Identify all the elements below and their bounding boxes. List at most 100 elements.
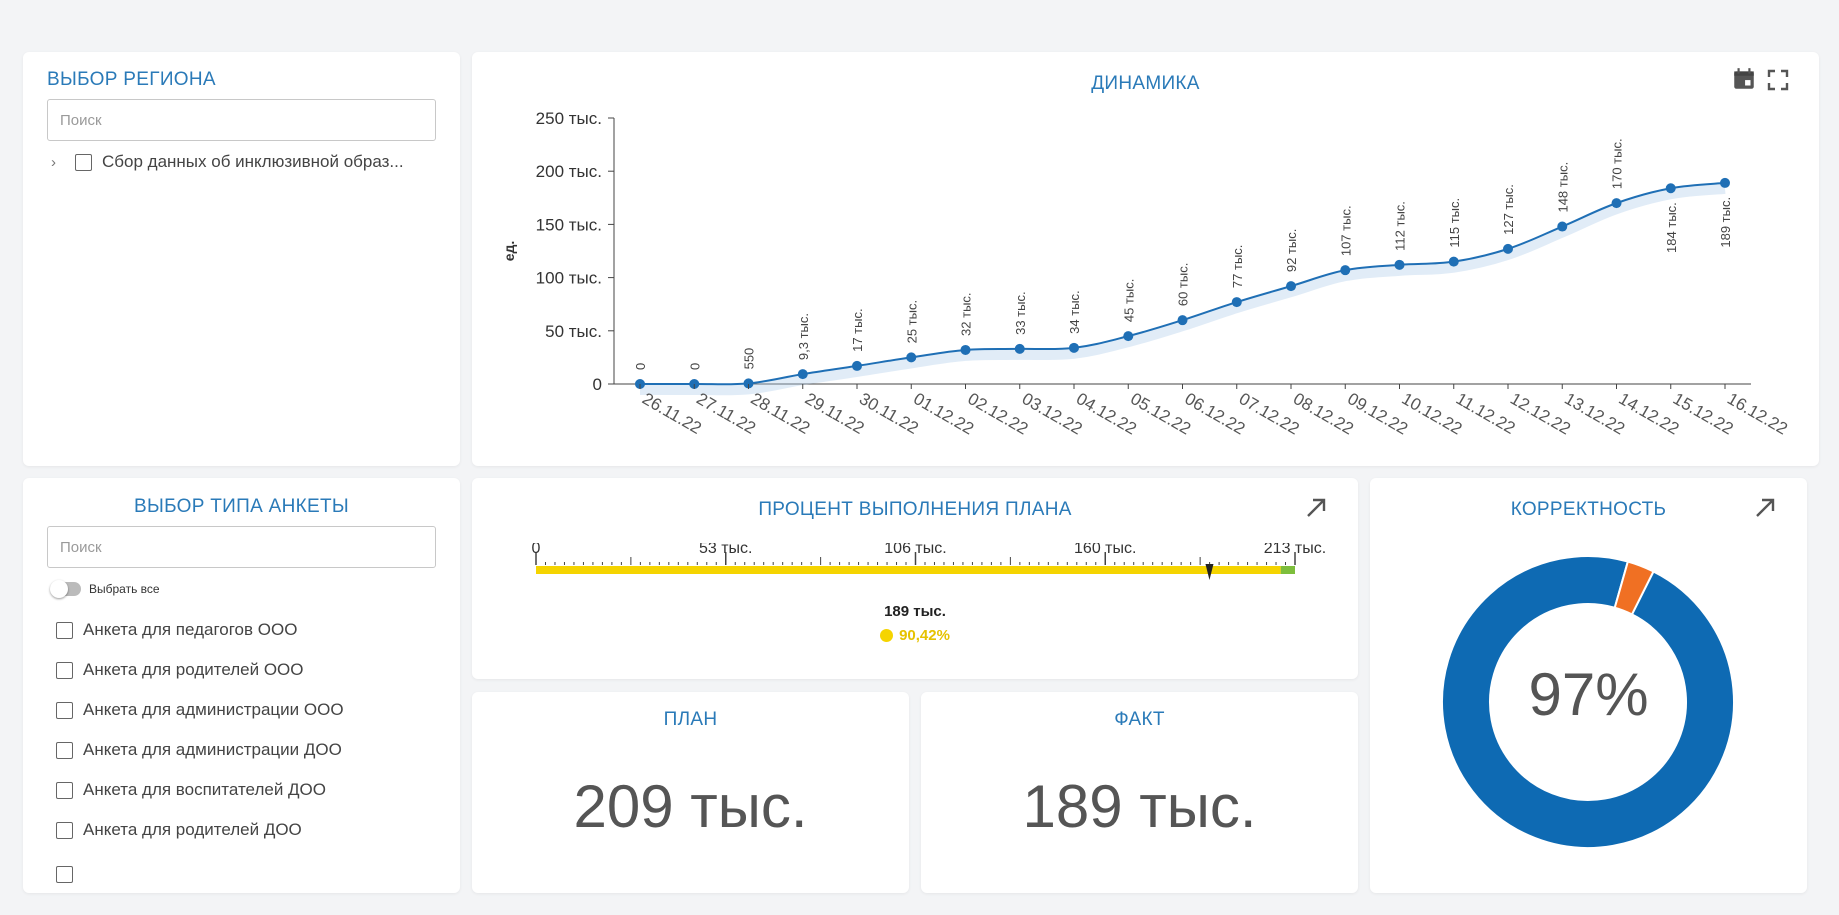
list-item-label: Анкета для педагогов ООО <box>83 620 298 639</box>
x-tick-label: 30.11.22 <box>856 389 922 438</box>
list-item-checkbox[interactable] <box>56 741 73 759</box>
x-tick-label: 28.11.22 <box>748 389 814 438</box>
data-label: 34 тыс. <box>1067 290 1082 333</box>
plan-percent-panel: Процент выполнения плана 0 53 тыс. 106 тыс… <box>472 478 1358 679</box>
gauge-scale-label: 213 тыс. <box>1264 543 1326 557</box>
data-point <box>1340 265 1351 276</box>
list-item-label: Анкета для родителей ДОО <box>83 820 302 839</box>
x-tick-label: 13.12.22 <box>1561 389 1628 439</box>
data-point <box>1665 183 1676 194</box>
data-label: 189 тыс. <box>1718 197 1733 248</box>
gauge-scale-label: 53 тыс. <box>699 543 753 557</box>
plan-panel: План 209 тыс. <box>472 692 909 893</box>
data-label: 115 тыс. <box>1447 198 1462 248</box>
region-panel: Выбор региона › Сбор данных об инклюзивн… <box>23 52 460 466</box>
select-all-toggle[interactable]: Выбрать все <box>50 580 160 598</box>
data-point <box>1286 281 1296 292</box>
list-item[interactable]: Анкета для родителей ООО <box>56 660 304 680</box>
list-item-partial[interactable] <box>56 866 333 883</box>
x-tick-label: 03.12.22 <box>1019 389 1086 439</box>
tree-item[interactable]: › Сбор данных об инклюзивной образ... <box>51 152 404 172</box>
x-tick-label: 04.12.22 <box>1073 389 1140 439</box>
toggle-switch[interactable] <box>50 580 81 598</box>
list-item-label: Анкета для администрации ДОО <box>83 740 342 759</box>
data-label: 9,3 тыс. <box>796 313 811 360</box>
x-tick-label: 09.12.22 <box>1344 389 1411 439</box>
x-tick-label: 12.12.22 <box>1507 389 1574 439</box>
x-tick-label: 08.12.22 <box>1290 389 1357 439</box>
list-item-checkbox[interactable] <box>56 701 73 719</box>
data-label: 32 тыс. <box>959 292 974 335</box>
list-item-label: Анкета для родителей ООО <box>83 660 304 679</box>
expand-arrow-icon[interactable] <box>1753 496 1777 525</box>
correctness-title: Корректность <box>1510 499 1667 520</box>
list-item-checkbox[interactable] <box>56 781 73 799</box>
list-item[interactable]: Анкета для администрации ДОО <box>56 740 342 760</box>
list-item-checkbox[interactable] <box>56 621 73 639</box>
data-point <box>852 360 862 371</box>
y-tick-label: 100 тыс. <box>536 269 602 288</box>
select-all-label: Выбрать все <box>89 582 160 596</box>
data-label: 92 тыс. <box>1284 229 1299 272</box>
chevron-right-icon[interactable]: › <box>51 154 65 171</box>
data-label: 170 тыс. <box>1610 138 1625 189</box>
data-point <box>1014 343 1025 354</box>
tree-item-label: Сбор данных об инклюзивной образ... <box>102 152 404 171</box>
questionnaire-search-input[interactable] <box>47 526 436 568</box>
list-item[interactable]: Анкета для администрации ООО <box>56 700 344 720</box>
region-search-input[interactable] <box>47 99 436 141</box>
x-tick-label: 15.12.22 <box>1670 389 1737 439</box>
list-item-checkbox[interactable] <box>56 661 73 679</box>
x-tick-label: 02.12.22 <box>965 389 1032 439</box>
tree-item-checkbox[interactable] <box>75 153 92 171</box>
data-label: 0 <box>633 363 648 370</box>
y-tick-label: 150 тыс. <box>536 215 602 234</box>
questionnaire-panel-title: Выбор типа анкеты <box>133 496 349 517</box>
gauge-value-label: 189 тыс. <box>884 603 946 620</box>
list-item[interactable]: Анкета для воспитателей ДОО <box>56 780 326 800</box>
list-item-checkbox[interactable] <box>56 866 73 883</box>
correctness-value: 97% <box>1528 661 1649 728</box>
expand-arrow-icon[interactable] <box>1304 496 1328 525</box>
data-point <box>906 352 917 363</box>
data-label: 33 тыс. <box>1013 291 1028 334</box>
list-item[interactable]: Анкета для родителей ДОО <box>56 820 302 840</box>
dynamics-panel: Динамика 0 50 тыс. 100 тыс. 150 тыс. 200 тыс… <box>472 52 1819 466</box>
data-label: 107 тыс. <box>1338 205 1353 256</box>
fact-panel: Факт 189 тыс. <box>921 692 1358 893</box>
data-label: 112 тыс. <box>1393 201 1408 251</box>
x-tick-label: 14.12.22 <box>1616 389 1683 439</box>
region-panel-title: Выбор региона <box>47 69 216 90</box>
plan-value: 209 тыс. <box>573 773 808 840</box>
list-item-label: Анкета для администрации ООО <box>83 700 344 719</box>
y-tick-label: 250 тыс. <box>536 109 602 128</box>
x-tick-label: 05.12.22 <box>1127 389 1194 439</box>
plan-title: План <box>663 709 718 730</box>
x-tick-label: 10.12.22 <box>1399 389 1466 439</box>
plan-percent-title: Процент выполнения плана <box>758 499 1072 520</box>
data-label: 127 тыс. <box>1501 184 1516 235</box>
gauge-scale-label: 160 тыс. <box>1074 543 1136 557</box>
x-tick-label: 07.12.22 <box>1236 389 1303 439</box>
y-axis-label: ед. <box>501 241 517 262</box>
x-tick-label: 16.12.22 <box>1724 389 1791 439</box>
data-label: 550 <box>742 348 757 370</box>
data-point <box>1394 259 1405 270</box>
data-label: 77 тыс. <box>1230 245 1245 288</box>
data-point <box>1069 342 1079 353</box>
data-label: 184 тыс. <box>1664 202 1679 253</box>
gauge-scale-label: 106 тыс. <box>884 543 946 557</box>
gauge-percent-label: 90,42% <box>899 627 950 644</box>
x-tick-label: 27.11.22 <box>693 389 759 438</box>
gauge-scale-label: 0 <box>532 543 541 557</box>
y-tick-label: 0 <box>593 375 602 394</box>
gauge-fill <box>536 566 1281 574</box>
list-item-checkbox[interactable] <box>56 821 73 839</box>
data-point <box>1177 315 1188 326</box>
data-point <box>797 369 808 380</box>
data-point <box>960 344 971 355</box>
fact-value: 189 тыс. <box>1022 773 1257 840</box>
data-label: 148 тыс. <box>1555 162 1570 213</box>
list-item[interactable]: Анкета для педагогов ООО <box>56 620 297 640</box>
questionnaire-panel: Выбор типа анкеты Выбрать все Анкета для… <box>23 478 460 893</box>
